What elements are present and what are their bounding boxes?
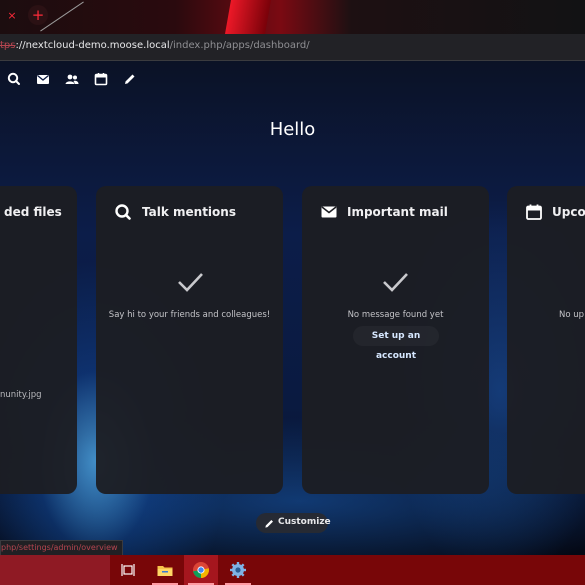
pencil-icon[interactable] xyxy=(122,71,138,87)
empty-state-text: No up xyxy=(559,310,585,320)
file-explorer-button[interactable] xyxy=(148,555,182,585)
file-explorer-icon xyxy=(157,566,173,576)
new-tab-button[interactable]: + xyxy=(28,5,48,25)
settings-icon xyxy=(230,562,246,578)
url-text[interactable]: tps://nextcloud-demo.moose.local/index.p… xyxy=(0,40,310,51)
widget-upcoming-events: Upco No up xyxy=(507,186,585,494)
search-icon xyxy=(114,203,132,221)
empty-state-text: No message found yet xyxy=(347,310,444,320)
widget-title: Talk mentions xyxy=(142,205,236,219)
tab-close-button[interactable]: × xyxy=(7,9,17,23)
widget-title: ded files xyxy=(4,205,62,219)
calendar-icon[interactable] xyxy=(93,71,109,87)
search-icon[interactable] xyxy=(6,71,22,87)
widget-important-mail: Important mail No message found yet Set … xyxy=(302,186,489,494)
widget-recommended-files: ded files nunity.jpg xyxy=(0,186,77,494)
set-up-account-button[interactable]: Set up an account xyxy=(353,326,439,361)
dashboard-greeting: Hello xyxy=(269,119,316,140)
app-navigation-bar xyxy=(0,61,585,97)
browser-tab-strip: × + xyxy=(0,0,585,34)
file-list-item[interactable]: nunity.jpg xyxy=(0,390,42,400)
url-path: /index.php/apps/dashboard/ xyxy=(169,40,310,51)
customize-label: Customize xyxy=(278,517,331,527)
url-scheme: tps xyxy=(0,40,16,51)
wallpaper-streak xyxy=(225,0,271,34)
chrome-button[interactable] xyxy=(184,555,218,585)
widget-title: Upco xyxy=(552,205,585,219)
taskbar xyxy=(0,555,585,585)
link-preview-status: php/settings/admin/overview xyxy=(0,540,123,556)
widget-talk-mentions: Talk mentions Say hi to your friends and… xyxy=(96,186,283,494)
mail-icon[interactable] xyxy=(35,71,51,87)
pencil-icon xyxy=(265,520,273,528)
address-bar[interactable]: tps://nextcloud-demo.moose.local/index.p… xyxy=(0,34,585,61)
settings-button[interactable] xyxy=(221,555,255,585)
chrome-icon xyxy=(193,562,210,578)
contacts-icon[interactable] xyxy=(64,71,80,87)
checkmark-icon xyxy=(175,267,205,297)
widget-title: Important mail xyxy=(347,205,448,219)
empty-state-text: Say hi to your friends and colleagues! xyxy=(108,310,271,320)
url-host: ://nextcloud-demo.moose.local xyxy=(15,40,170,51)
dashboard-page: Hello ded files nunity.jpg Talk mentions… xyxy=(0,61,585,555)
mail-icon xyxy=(320,203,338,221)
checkmark-icon xyxy=(380,267,410,297)
taskbar-search-box[interactable] xyxy=(0,555,110,585)
task-view-icon xyxy=(121,564,135,576)
customize-button[interactable]: Customize xyxy=(256,513,331,533)
calendar-icon xyxy=(525,203,543,221)
task-view-button[interactable] xyxy=(111,555,145,585)
